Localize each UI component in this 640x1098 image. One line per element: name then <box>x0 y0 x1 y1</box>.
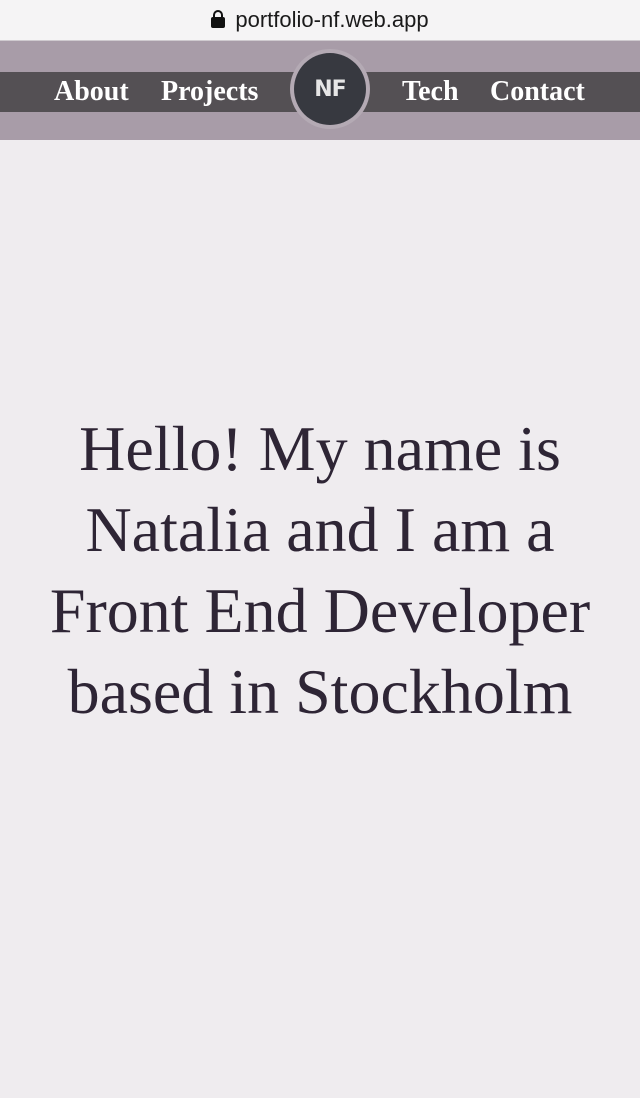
hero-heading: Hello! My name is Natalia and I am a Fro… <box>49 413 591 727</box>
logo-ring: NF <box>290 49 370 129</box>
nav-link-tech[interactable]: Tech <box>402 72 459 112</box>
nav-link-contact[interactable]: Contact <box>490 72 585 112</box>
site-navbar: About Projects NF Tech Contact <box>0 41 640 140</box>
logo-text: NF <box>314 76 346 102</box>
logo-button[interactable]: NF <box>294 53 366 125</box>
nav-link-about[interactable]: About <box>54 72 129 112</box>
lock-icon <box>211 10 226 28</box>
browser-url-bar[interactable]: portfolio-nf.web.app <box>0 0 640 41</box>
url-text: portfolio-nf.web.app <box>235 7 429 32</box>
nav-link-projects[interactable]: Projects <box>161 72 258 112</box>
